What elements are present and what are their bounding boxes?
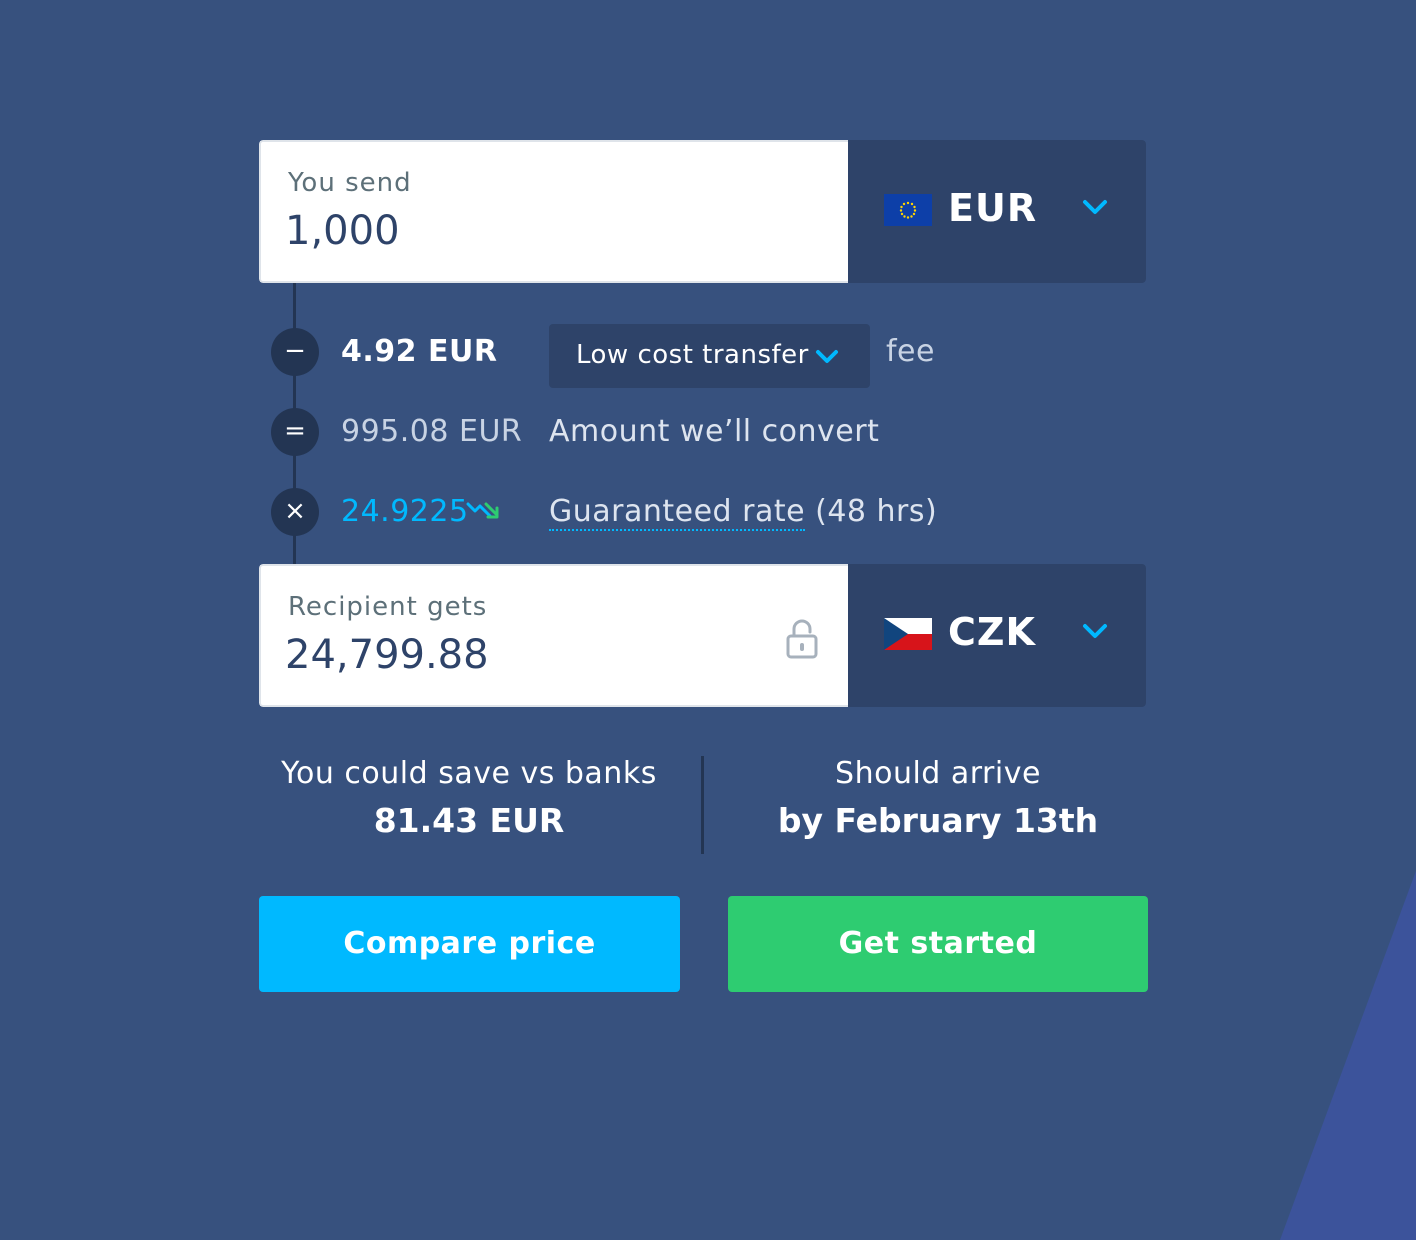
convert-amount: 995.08 EUR — [341, 414, 523, 449]
savings-title: You could save vs banks — [281, 756, 657, 791]
receive-panel: Recipient gets CZK — [259, 564, 1146, 707]
multiply-icon: × — [271, 488, 319, 536]
arrival-title: Should arrive — [835, 756, 1041, 791]
get-started-button[interactable]: Get started — [728, 896, 1148, 992]
compare-price-button[interactable]: Compare price — [259, 896, 680, 992]
receive-amount-box[interactable]: Recipient gets — [259, 564, 848, 707]
send-label: You send — [288, 168, 412, 198]
chevron-down-icon — [816, 350, 838, 363]
fee-amount: 4.92 EUR — [341, 334, 498, 369]
send-currency-code: EUR — [948, 186, 1038, 230]
summary-divider — [701, 756, 704, 854]
rate-label: Guaranteed rate (48 hrs) — [549, 494, 938, 531]
convert-label: Amount we’ll convert — [549, 414, 880, 449]
send-amount-box[interactable]: You send — [259, 140, 848, 283]
savings-summary: You could save vs banks 81.43 EUR — [247, 756, 691, 840]
chevron-down-icon — [1083, 200, 1107, 214]
cz-flag-icon — [884, 618, 932, 650]
receive-label: Recipient gets — [288, 592, 488, 622]
minus-icon: − — [271, 328, 319, 376]
receive-currency-select[interactable]: CZK — [848, 564, 1146, 707]
send-amount-input[interactable] — [285, 208, 765, 254]
arrival-value: by February 13th — [777, 801, 1099, 840]
eu-flag-icon — [884, 194, 932, 226]
transfer-type-label: Low cost transfer — [576, 340, 809, 370]
receive-currency-code: CZK — [948, 610, 1036, 654]
send-currency-select[interactable]: EUR — [848, 140, 1146, 283]
background-shape — [1280, 860, 1416, 1240]
receive-amount-input[interactable] — [285, 632, 765, 678]
fee-label: fee — [886, 334, 935, 369]
equals-icon: = — [271, 408, 319, 456]
lock-icon[interactable] — [785, 618, 819, 660]
rate-duration: (48 hrs) — [805, 494, 938, 529]
arrival-summary: Should arrive by February 13th — [716, 756, 1160, 840]
savings-value: 81.43 EUR — [373, 801, 565, 840]
chevron-down-icon — [1083, 624, 1107, 638]
transfer-type-select[interactable]: Low cost transfer — [549, 324, 870, 388]
trend-down-icon — [466, 502, 499, 519]
guaranteed-rate-link[interactable]: Guaranteed rate — [549, 494, 806, 531]
rate-value: 24.9225 — [341, 494, 469, 529]
send-panel: You send EUR — [259, 140, 1146, 283]
